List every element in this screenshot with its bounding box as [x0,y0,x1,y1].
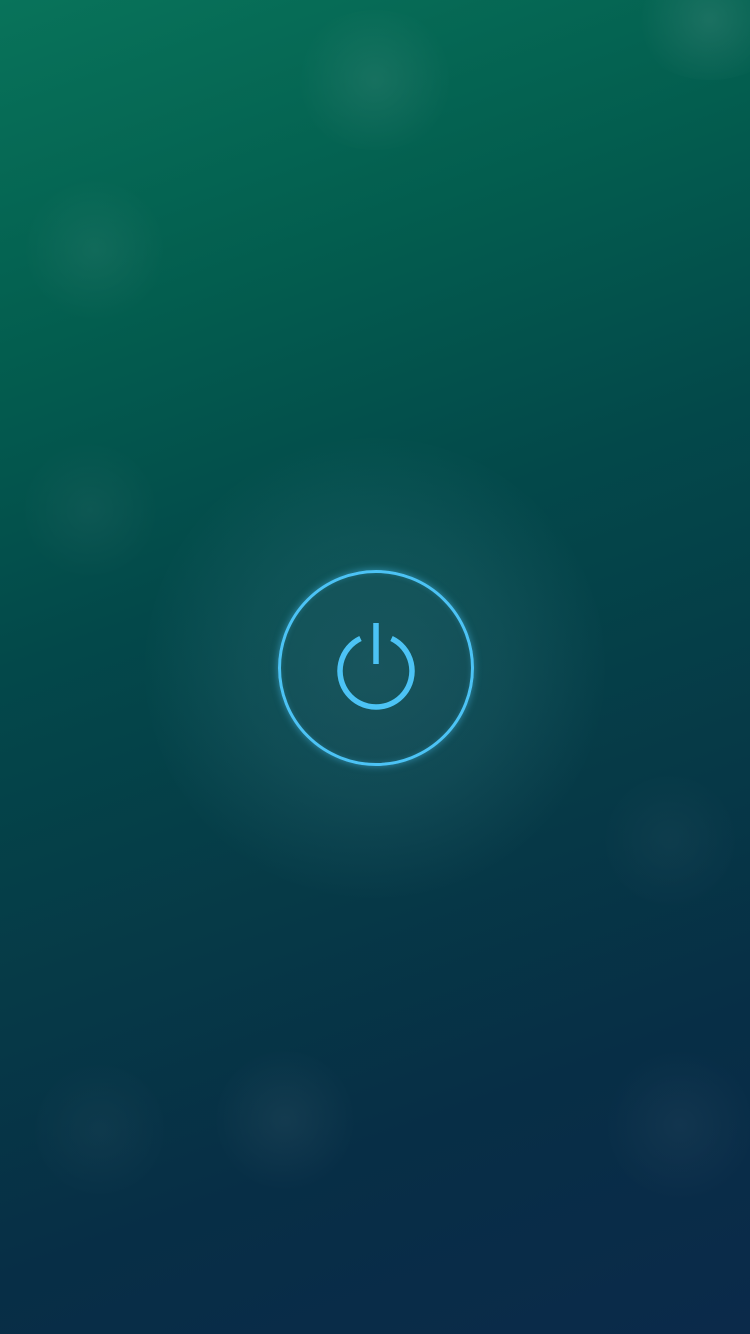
bokeh-light [630,0,750,80]
bokeh-light [290,10,460,150]
bokeh-light [20,180,170,320]
bokeh-light [30,1060,170,1200]
bokeh-light [20,440,160,580]
bokeh-light [600,770,740,910]
bokeh-light [600,1050,750,1200]
bokeh-light [210,1050,360,1190]
power-screen [0,0,750,1334]
power-icon [336,620,416,712]
power-button[interactable] [278,570,474,766]
